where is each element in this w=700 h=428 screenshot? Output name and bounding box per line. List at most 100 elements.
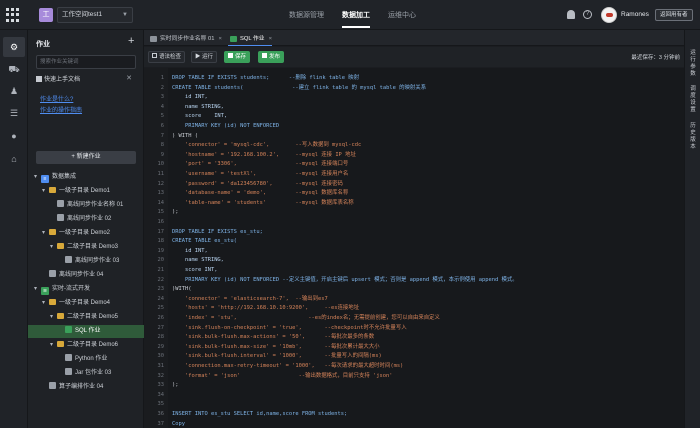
bus-icon[interactable]: ⛟ xyxy=(7,63,21,77)
code-line[interactable]: 23)WITH( xyxy=(144,285,684,295)
run-button[interactable]: ▶ 运行 xyxy=(191,51,218,63)
history-version-tab[interactable]: 历史版本 xyxy=(689,123,697,151)
tree-module-streaming[interactable]: ▾ ≋ 实时-流式开发 xyxy=(28,283,144,296)
code-line[interactable]: 18 CREATE TABLE es_stu( xyxy=(144,237,684,247)
tree-module-integration[interactable]: ▾ ≡ 数据集成 xyxy=(28,171,144,184)
code-text: CREATE TABLE es_stu( xyxy=(172,238,237,245)
code-line[interactable]: 21 score INT, xyxy=(144,266,684,276)
list-icon[interactable]: ☰ xyxy=(7,106,21,120)
save-button[interactable]: 保存 xyxy=(224,51,251,63)
tree-folder-demo2[interactable]: ▾ 一级子目录 Demo2 xyxy=(28,227,144,240)
apps-grid-icon[interactable] xyxy=(6,8,20,22)
search-input[interactable]: 搜索作业关键词 xyxy=(36,55,136,69)
save-icon xyxy=(228,53,233,58)
username[interactable]: Ramones xyxy=(621,11,649,18)
tree-job-offline-02[interactable]: 离线同步作业 02 xyxy=(28,213,144,226)
pulse-icon[interactable]: ● xyxy=(7,129,21,143)
run-params-tab[interactable]: 运行参数 xyxy=(689,50,697,78)
quick-start-panel[interactable]: 快速上手文档 ✕ xyxy=(36,74,136,88)
code-line[interactable]: 26 'index' = 'stu', --es的index名；无需提前创建，您… xyxy=(144,314,684,324)
code-line[interactable]: 17 DROP TABLE IF EXISTS es_stu; xyxy=(144,228,684,238)
line-number: 26 xyxy=(157,315,165,321)
help-icon[interactable]: ? xyxy=(583,10,592,19)
tree-folder-demo3[interactable]: ▾ 二级子目录 Demo3 xyxy=(28,241,144,254)
code-line[interactable]: 36 INSERT INTO es_stu SELECT id,name,scor… xyxy=(144,410,684,420)
code-line[interactable]: 30 'sink.bulk-flush.interval' = '1000', … xyxy=(144,352,684,362)
code-line[interactable]: 35 xyxy=(144,400,684,410)
avatar[interactable] xyxy=(601,7,617,23)
tree-folder-demo6[interactable]: ▾ 二级子目录 Demo6 xyxy=(28,339,144,352)
code-line[interactable]: 12 'password' = 'da123456780', --mysql 连… xyxy=(144,180,684,190)
code-line[interactable]: 29 'sink.bulk-flush.max-size' = '10mb', … xyxy=(144,343,684,353)
job-icon xyxy=(49,270,56,277)
code-line[interactable]: 14 'table-name' = 'students' --mysql 数据库… xyxy=(144,199,684,209)
syntax-check-button[interactable]: 语法检查 xyxy=(148,51,186,63)
tree-job-sql[interactable]: SQL 作业 xyxy=(28,325,144,338)
schedule-settings-tab[interactable]: 调度设置 xyxy=(689,86,697,114)
workspace-select[interactable]: 工作空间test1 ▼ xyxy=(57,7,133,23)
folder-icon xyxy=(49,299,56,305)
code-line[interactable]: 13 'database-name' = 'demo', --mysql 数据库… xyxy=(144,189,684,199)
code-line[interactable]: 5 score INT, xyxy=(144,112,684,122)
code-line[interactable]: 8 'connector' = 'mysql-cdc', --写入数据到 mys… xyxy=(144,141,684,151)
code-line[interactable]: 32 'format' = 'json' --输出数据格式，目前只支持 'jso… xyxy=(144,372,684,382)
gear-icon[interactable]: ⚙ xyxy=(3,37,25,57)
code-line[interactable]: 10 'port' = '3306', --mysql 连接端口号 xyxy=(144,160,684,170)
jar-icon xyxy=(65,368,72,375)
code-editor[interactable]: 1 DROP TABLE IF EXISTS students; --删除 fli… xyxy=(144,68,684,428)
code-line[interactable]: 25 'hosts' = 'http://192.168.10.10:9200'… xyxy=(144,304,684,314)
code-line[interactable]: 24 'connector' = 'elasticsearch-7', --输出… xyxy=(144,295,684,305)
code-text: 'connection.max-retry-timeout' = '1000',… xyxy=(172,363,404,369)
code-line[interactable]: 11 'username' = 'testXl', --mysql 连接用户名 xyxy=(144,170,684,180)
new-job-button[interactable]: + 新建作业 xyxy=(36,151,136,164)
code-text: CREATE TABLE students( --建立 flink table … xyxy=(172,84,427,91)
code-line[interactable]: 3 id INT, xyxy=(144,93,684,103)
publish-button[interactable]: 发布 xyxy=(258,51,285,63)
person-icon[interactable]: ♟ xyxy=(7,84,21,98)
bell-icon[interactable] xyxy=(567,10,575,19)
code-line[interactable]: 37 Copy xyxy=(144,420,684,428)
code-line[interactable]: 34 xyxy=(144,391,684,401)
code-line[interactable]: 2 CREATE TABLE students( --建立 flink table… xyxy=(144,84,684,94)
close-icon[interactable]: × xyxy=(269,36,272,42)
code-line[interactable]: 31 'connection.max-retry-timeout' = '100… xyxy=(144,362,684,372)
tree-job-python[interactable]: Python 作业 xyxy=(28,353,144,366)
code-line[interactable]: 19 id INT, xyxy=(144,247,684,257)
cart-icon[interactable]: ⌂ xyxy=(7,152,21,166)
code-line[interactable]: 28 'sink.bulk-flush.max-actions' = '50',… xyxy=(144,333,684,343)
code-line[interactable]: 22 PRIMARY KEY (id) NOT ENFORCED --定义主键值… xyxy=(144,276,684,286)
tree-job-operator[interactable]: 算子编排作业 04 xyxy=(28,381,144,394)
tree-folder-demo1[interactable]: ▾ 一级子目录 Demo1 xyxy=(28,185,144,198)
tree-job-offline-03[interactable]: 离线同步作业 03 xyxy=(28,255,144,268)
add-job-icon[interactable]: + xyxy=(128,35,134,47)
tab-realtime-sync[interactable]: 实时同步作业名称 01 × xyxy=(148,33,222,46)
tab-sql-job[interactable]: SQL 作业 × xyxy=(228,33,272,46)
tree-job-jar[interactable]: Jar 包作业 03 xyxy=(28,367,144,380)
code-line[interactable]: 4 name STRING, xyxy=(144,103,684,113)
tree-folder-demo5[interactable]: ▾ 二级子目录 Demo5 xyxy=(28,311,144,324)
link-what-is-job[interactable]: 作业是什么? xyxy=(40,94,73,103)
code-line[interactable]: 1 DROP TABLE IF EXISTS students; --删除 fli… xyxy=(144,74,684,84)
link-job-guide[interactable]: 作业的操作指南 xyxy=(40,105,82,114)
tree-job-offline-04[interactable]: 离线同步作业 04 xyxy=(28,269,144,282)
tree-folder-demo4[interactable]: ▾ 一级子目录 Demo4 xyxy=(28,297,144,310)
code-line[interactable]: 9 'hostname' = '192.168.100.2', --mysql … xyxy=(144,151,684,161)
code-text: 'index' = 'stu', --es的index名；无需提前创建，您可以自… xyxy=(172,315,440,321)
close-icon[interactable]: × xyxy=(218,36,221,42)
tree-job-offline-01[interactable]: 离线同步作业名称 01 xyxy=(28,199,144,212)
back-button[interactable]: 返回用有者 xyxy=(655,9,693,21)
code-line[interactable]: 6 PRIMARY KEY (id) NOT ENFORCED xyxy=(144,122,684,132)
code-line[interactable]: 33); xyxy=(144,381,684,391)
nav-ops-center[interactable]: 运维中心 xyxy=(388,10,416,28)
code-text: 'username' = 'testXl', --mysql 连接用户名 xyxy=(172,171,349,177)
code-line[interactable]: 15); xyxy=(144,208,684,218)
code-line[interactable]: 20 name STRING, xyxy=(144,256,684,266)
code-line[interactable]: 7) WITH ( xyxy=(144,132,684,142)
code-line[interactable]: 16 xyxy=(144,218,684,228)
nav-datasource[interactable]: 数据源管理 xyxy=(289,10,324,28)
nav-data-processing[interactable]: 数据加工 xyxy=(342,10,370,28)
close-icon[interactable]: ✕ xyxy=(126,74,132,82)
line-number: 7 xyxy=(160,132,164,139)
code-line[interactable]: 27 'sink.flush-on-checkpoint' = 'true', … xyxy=(144,324,684,334)
workspace-logo: 工 xyxy=(39,8,53,22)
